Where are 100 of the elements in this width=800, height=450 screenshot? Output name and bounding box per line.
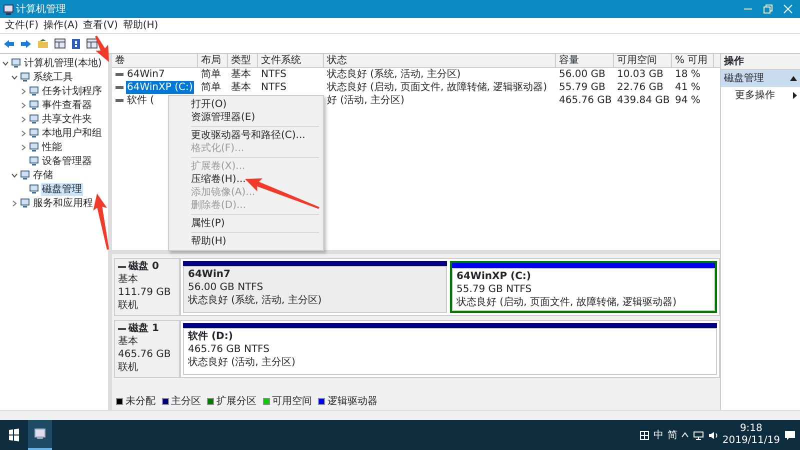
menu-item[interactable]: 资源管理器(E)	[169, 111, 323, 124]
collapse-icon[interactable]	[2, 60, 9, 66]
forward-icon[interactable]	[20, 38, 32, 48]
table-cell: 好 (活动, 主分区)	[327, 94, 404, 107]
submenu-arrow-icon	[793, 92, 797, 99]
disk-name: 磁盘 1	[128, 322, 159, 335]
window-title: 计算机管理	[16, 2, 66, 16]
partition-status: 状态良好 (活动, 主分区)	[188, 356, 296, 369]
partition-label: 64Win7	[188, 268, 232, 281]
expand-icon[interactable]	[11, 200, 18, 206]
volume-cell[interactable]: 64WinXP (C:)	[126, 81, 194, 94]
monitor-icon	[29, 184, 39, 194]
legend-label: 主分区	[171, 395, 201, 408]
table-cell: 基本	[231, 81, 251, 94]
tree-item[interactable]: 磁盘管理	[41, 182, 83, 196]
table-cell: 18 %	[675, 68, 700, 81]
disk-detail: 基本	[118, 335, 139, 348]
table-cell: 状态良好 (系统, 活动, 主分区)	[327, 68, 461, 81]
monitor-icon	[29, 128, 39, 138]
expand-icon[interactable]	[20, 116, 27, 122]
actions-header: 操作	[721, 54, 800, 70]
ime-indicator[interactable]: 中	[653, 428, 664, 442]
table-cell: 简单	[201, 81, 221, 94]
partition-status: 状态良好 (启动, 页面文件, 故障转储, 逻辑驱动器)	[456, 296, 678, 309]
partition-label: 64WinXP (C:)	[456, 270, 532, 283]
grid-icon[interactable]	[54, 38, 66, 49]
monitor-icon	[29, 100, 39, 110]
ime-indicator[interactable]: 简	[667, 428, 678, 442]
column-header[interactable]: % 可用	[672, 54, 714, 68]
monitor-icon	[20, 72, 30, 82]
back-icon[interactable]	[2, 38, 14, 48]
column-header[interactable]: 状态	[324, 54, 556, 68]
tree-item[interactable]: 设备管理器	[41, 154, 93, 168]
collapse-icon[interactable]	[11, 74, 18, 80]
tree-item[interactable]: 存储	[32, 168, 54, 182]
disk-detail: 111.79 GB	[118, 286, 172, 299]
monitor-icon	[11, 58, 21, 68]
help-icon[interactable]	[70, 38, 80, 50]
table-cell: 41 %	[675, 81, 700, 94]
partition-size: 465.76 GB NTFS	[188, 343, 270, 356]
menu-item[interactable]: 帮助(H)	[122, 19, 158, 32]
menu-item[interactable]: 属性(P)	[169, 217, 323, 230]
legend-label: 扩展分区	[216, 395, 256, 408]
partition-label: 软件 (D:)	[188, 330, 234, 343]
notification-icon[interactable]	[784, 430, 796, 440]
table-cell: 10.03 GB	[617, 68, 664, 81]
clock-date: 2019/11/19	[722, 435, 780, 448]
tree-item[interactable]: 本地用户和组	[41, 126, 103, 140]
action-item[interactable]: 更多操作	[721, 87, 800, 104]
clock[interactable]: 9:18 2019/11/19	[722, 422, 780, 448]
menu-item[interactable]: 打开(O)	[169, 98, 323, 111]
column-header[interactable]: 布局	[198, 54, 228, 68]
table-cell: 22.76 GB	[617, 81, 664, 94]
tree-item[interactable]: 计算机管理(本地)	[23, 56, 103, 70]
monitor-icon	[29, 156, 39, 166]
expand-icon[interactable]	[20, 102, 27, 108]
collapse-icon[interactable]	[790, 76, 797, 81]
column-header[interactable]: 可用空间	[614, 54, 672, 68]
tree-item[interactable]: 系统工具	[32, 70, 74, 84]
expand-icon[interactable]	[20, 144, 27, 150]
column-header[interactable]: 卷	[112, 54, 198, 68]
section-label: 磁盘管理	[724, 72, 764, 85]
monitor-icon	[29, 86, 39, 96]
expand-icon[interactable]	[20, 88, 27, 94]
table-cell: 465.76 GB	[559, 94, 612, 107]
restore-icon[interactable]	[762, 4, 772, 14]
partition-block[interactable]: 64WinXP (C:) 55.79 GB NTFS 状态良好 (启动, 页面文件, 故障转储, 逻辑驱动器)	[450, 261, 717, 313]
disk-name: 磁盘 0	[128, 260, 159, 273]
menu-item[interactable]: 查看(V)	[83, 19, 118, 32]
tree-item[interactable]: 服务和应用程	[32, 196, 94, 210]
grid-icon[interactable]	[86, 38, 98, 49]
collapse-icon[interactable]	[11, 172, 18, 178]
chevron-up-icon[interactable]	[681, 432, 690, 438]
menu-item[interactable]: 更改驱动器号和路径(C)...	[169, 129, 323, 142]
tree-item[interactable]: 事件查看器	[41, 98, 93, 112]
expand-icon[interactable]	[20, 130, 27, 136]
table-cell: 439.84 GB	[617, 94, 670, 107]
volume-cell[interactable]: 64Win7	[126, 68, 166, 81]
menu-item[interactable]: 帮助(H)	[169, 235, 323, 248]
menu-item[interactable]: 文件(F)	[5, 19, 39, 32]
monitor-icon	[20, 170, 30, 180]
volume-cell[interactable]: 软件 (	[126, 94, 156, 107]
close-icon[interactable]	[782, 4, 792, 14]
legend-label: 可用空间	[272, 395, 312, 408]
taskbar-app-button[interactable]	[28, 420, 52, 450]
actions-section[interactable]: 磁盘管理	[721, 70, 800, 87]
legend-label: 未分配	[126, 395, 156, 408]
volume-icon[interactable]	[708, 430, 718, 440]
folder-icon[interactable]	[36, 38, 48, 49]
menu-item[interactable]: 压缩卷(H)...	[169, 173, 323, 186]
tree-item[interactable]: 任务计划程序	[41, 84, 103, 98]
column-header[interactable]: 类型	[228, 54, 258, 68]
column-header[interactable]: 容量	[556, 54, 614, 68]
tree-item[interactable]: 性能	[41, 140, 63, 154]
column-header[interactable]: 文件系统	[258, 54, 324, 68]
menu-item[interactable]: 操作(A)	[44, 19, 78, 32]
table-cell: 基本	[231, 68, 251, 81]
tree-item[interactable]: 共享文件夹	[41, 112, 93, 126]
disk-detail: 联机	[118, 361, 139, 374]
monitor-icon	[29, 114, 39, 124]
